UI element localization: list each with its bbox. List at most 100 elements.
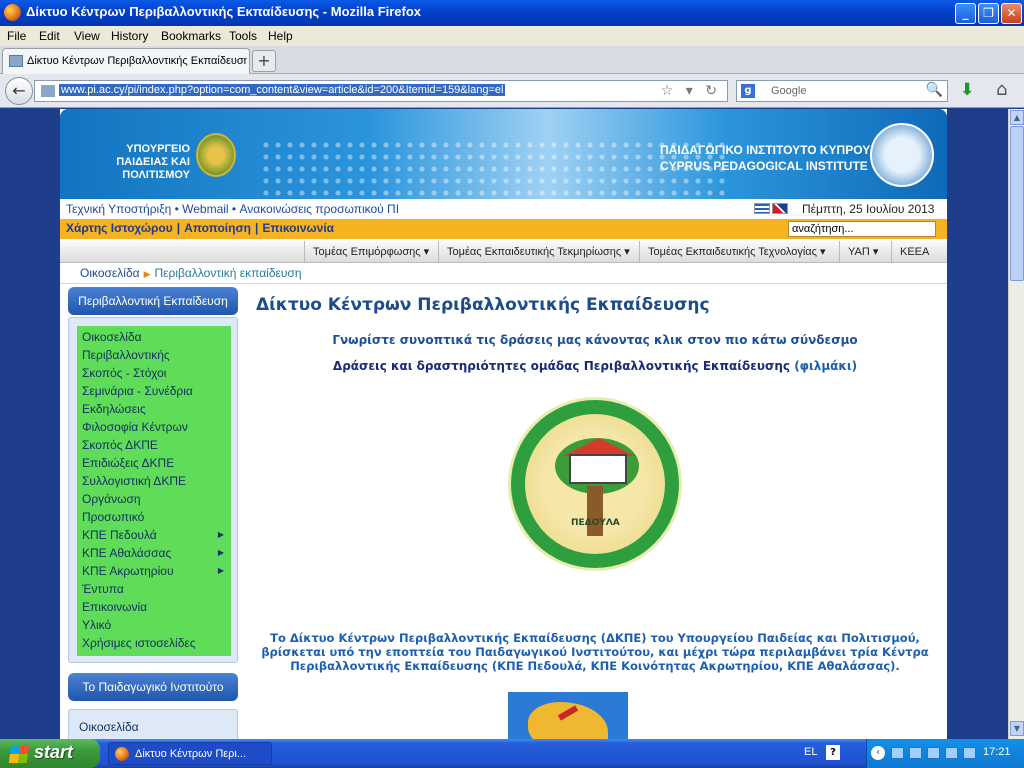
sidebar-item[interactable]: Σκοπός ΔΚΠΕ	[82, 436, 228, 454]
sidebar-item-label: Συλλογιστική ΔΚΠΕ	[82, 474, 186, 488]
show-hidden-icons-icon[interactable]: ‹	[871, 746, 885, 760]
site-search-input[interactable]	[788, 221, 936, 237]
url-text[interactable]: www.pi.ac.cy/pi/index.php?option=com_con…	[59, 84, 506, 96]
browser-tab[interactable]: Δίκτυο Κέντρων Περιβαλλοντικής Εκπαίδευσ…	[2, 48, 250, 74]
video-link[interactable]: (φιλμάκι)	[794, 359, 857, 373]
sidebar-item-label: ΚΠΕ Αθαλάσσας	[82, 546, 172, 560]
safely-remove-icon[interactable]	[963, 747, 976, 759]
sidebar-item-label: Σκοπός ΔΚΠΕ	[82, 438, 158, 452]
home-icon[interactable]: ⌂	[996, 79, 1007, 100]
search-icon[interactable]: 🔍	[926, 82, 943, 98]
uk-flag-icon[interactable]	[772, 203, 788, 214]
vertical-scrollbar[interactable]: ▲ ▼	[1008, 109, 1024, 739]
cyprus-emblem-icon	[196, 133, 236, 177]
activities-link[interactable]: Δράσεις και δραστηριότητες ομάδας Περιβα…	[333, 359, 790, 373]
current-date: Πέμπτη, 25 Ιουλίου 2013	[802, 202, 935, 216]
menu-edit[interactable]: Edit	[39, 29, 60, 43]
submenu-arrow-icon: ▶	[217, 548, 224, 557]
sidebar-item[interactable]: ΚΠΕ Ακρωτηρίου ▶	[82, 562, 228, 580]
menu-keea[interactable]: ΚΕΕΑ	[891, 241, 937, 263]
separator: |	[255, 221, 259, 235]
sidebar-item-label: Εκδηλώσεις	[82, 402, 146, 416]
help-icon[interactable]: ?	[826, 745, 840, 760]
sidebar-item[interactable]: Φιλοσοφία Κέντρων	[82, 418, 228, 436]
sidebar-item[interactable]: Σεμινάρια - Συνέδρια	[82, 382, 228, 400]
sidebar-item-label: Σεμινάρια - Συνέδρια	[82, 384, 193, 398]
search-bar[interactable]: g Google 🔍	[736, 80, 948, 102]
sidebar-item[interactable]: Επιδιώξεις ΔΚΠΕ	[82, 454, 228, 472]
bookmark-star-icon[interactable]: ☆ ▾ ↻	[661, 83, 721, 99]
menu-bookmarks[interactable]: Bookmarks	[161, 29, 221, 43]
sidebar-item[interactable]: ΚΠΕ Αθαλάσσας ▶	[82, 544, 228, 562]
sitemap-link[interactable]: Χάρτης Ιστοχώρου	[66, 221, 173, 235]
network-description: Το Δίκτυο Κέντρων Περιβαλλοντικής Εκπαίδ…	[261, 631, 929, 673]
menu-bar: File Edit View History Bookmarks Tools H…	[0, 26, 1024, 46]
menu-help[interactable]: Help	[268, 29, 293, 43]
display-icon[interactable]	[945, 747, 958, 759]
window-title-bar[interactable]: Δίκτυο Κέντρων Περιβαλλοντικής Εκπαίδευσ…	[0, 0, 1024, 26]
greek-flag-icon[interactable]	[754, 203, 770, 214]
sidebar-item-label: Υλικό	[82, 618, 112, 632]
main-content: Δίκτυο Κέντρων Περιβαλλοντικής Εκπαίδευσ…	[250, 287, 940, 739]
new-tab-button[interactable]: +	[252, 50, 276, 72]
minimize-button[interactable]: _	[955, 3, 976, 24]
sidebar-item[interactable]: Σκοπός - Στόχοι	[82, 364, 228, 382]
sidebar-item[interactable]: Προσωπικό	[82, 508, 228, 526]
search-engine-placeholder: Google	[771, 85, 807, 97]
sidebar-item-label: Οικοσελίδα	[82, 330, 142, 344]
disclaimer-link[interactable]: Αποποίηση	[184, 221, 251, 235]
menu-training[interactable]: Τομέας Επιμόρφωσης ▾	[304, 241, 437, 263]
sidebar-menu-box-2: Οικοσελίδα	[68, 709, 238, 739]
sidebar-item[interactable]: Εκδηλώσεις	[82, 400, 228, 418]
start-button[interactable]: start	[0, 739, 100, 768]
menu-history[interactable]: History	[111, 29, 148, 43]
url-bar[interactable]: www.pi.ac.cy/pi/index.php?option=com_con…	[34, 80, 728, 102]
sidebar-item[interactable]: Χρήσιμες ιστοσελίδες	[82, 634, 228, 652]
network-icon[interactable]	[891, 747, 904, 759]
sidebar-item-label: Επικοινωνία	[82, 600, 148, 614]
menu-tools[interactable]: Tools	[229, 29, 257, 43]
sidebar-item[interactable]: Έντυπα	[82, 580, 228, 598]
contact-link[interactable]: Επικοινωνία	[262, 221, 334, 235]
menu-file[interactable]: File	[7, 29, 26, 43]
utility-links[interactable]: Τεχνική Υποστήριξη • Webmail • Ανακοινώσ…	[66, 202, 399, 216]
sidebar-item[interactable]: Επικοινωνία	[82, 598, 228, 616]
firefox-icon	[115, 747, 129, 761]
sidebar-item[interactable]: Οργάνωση	[82, 490, 228, 508]
sidebar-item[interactable]: Οικοσελίδα	[82, 328, 228, 346]
close-button[interactable]: ✕	[1001, 3, 1022, 24]
video-link-line: Δράσεις και δραστηριότητες ομάδας Περιβα…	[250, 359, 940, 373]
scroll-up-arrow-icon[interactable]: ▲	[1010, 110, 1024, 125]
sidebar-item[interactable]: ΚΠΕ Πεδουλά ▶	[82, 526, 228, 544]
intro-text: Γνωρίστε συνοπτικά τις δράσεις μας κάνον…	[332, 333, 858, 347]
sidebar-item[interactable]: Υλικό	[82, 616, 228, 634]
sidebar-item-home[interactable]: Οικοσελίδα	[79, 720, 139, 734]
back-button[interactable]: ←	[5, 77, 33, 105]
breadcrumb-home[interactable]: Οικοσελίδα	[80, 266, 140, 280]
google-icon[interactable]: g	[741, 84, 755, 98]
sidebar-item[interactable]: Περιβαλλοντικής	[82, 346, 228, 364]
sidebar-item-label: ΚΠΕ Πεδουλά	[82, 528, 157, 542]
menu-documentation[interactable]: Τομέας Εκπαιδευτικής Τεκμηρίωσης ▾	[438, 241, 638, 263]
breadcrumb: Οικοσελίδα ▶ Περιβαλλοντική εκπαίδευση	[80, 266, 302, 280]
maximize-button[interactable]: ❐	[978, 3, 999, 24]
bluetooth-icon[interactable]	[909, 747, 922, 759]
taskbar-firefox-item[interactable]: Δίκτυο Κέντρων Περι...	[108, 742, 272, 765]
language-indicator[interactable]: EL	[804, 746, 817, 758]
menu-technology[interactable]: Τομέας Εκπαιδευτικής Τεχνολογίας ▾	[639, 241, 834, 263]
site-identity-icon[interactable]	[41, 85, 55, 97]
windows-taskbar: start Δίκτυο Κέντρων Περι... EL ? ‹ 17:2…	[0, 739, 1024, 768]
sidebar-menu: Οικοσελίδα Περιβαλλοντικής Σκοπός - Στόχ…	[77, 326, 231, 656]
sidebar-item[interactable]: Συλλογιστική ΔΚΠΕ	[82, 472, 228, 490]
utility-bar: Τεχνική Υποστήριξη • Webmail • Ανακοινώσ…	[60, 199, 947, 219]
scroll-down-arrow-icon[interactable]: ▼	[1010, 721, 1024, 736]
menu-view[interactable]: View	[74, 29, 100, 43]
institute-logo[interactable]	[870, 123, 934, 187]
scrollbar-thumb[interactable]	[1010, 126, 1024, 281]
menu-yap[interactable]: ΥΑΠ ▾	[839, 241, 886, 263]
institute-name-greek: ΠΑΙΔΑΓΩΓΙΚΟ ΙΝΣΤΙΤΟΥΤΟ ΚΥΠΡΟΥ	[660, 143, 871, 157]
windows-logo-icon	[8, 745, 30, 763]
downloads-icon[interactable]: ⬇	[960, 80, 974, 100]
firefox-icon	[4, 4, 21, 21]
wireless-icon[interactable]	[927, 747, 940, 759]
